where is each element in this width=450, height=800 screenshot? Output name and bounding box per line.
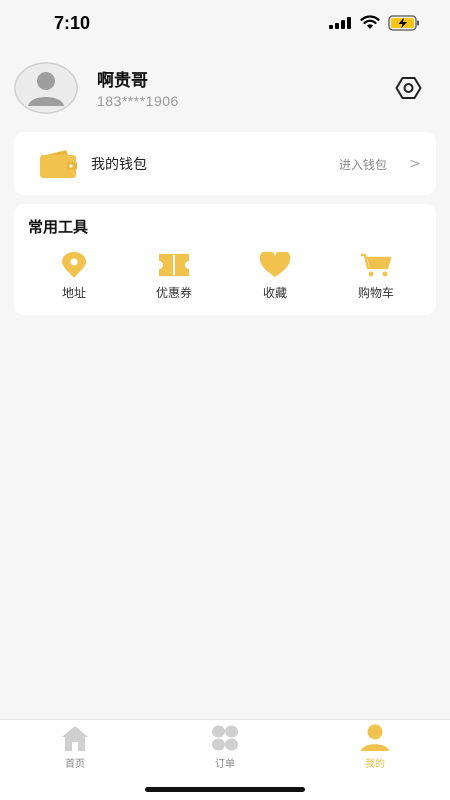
status-bar: 7:10 [0, 0, 450, 48]
settings-icon[interactable] [395, 76, 422, 100]
chevron-right-icon: > [409, 156, 421, 172]
wallet-icon [40, 150, 77, 178]
wifi-icon [360, 15, 380, 29]
battery-charging-icon [388, 15, 419, 31]
home-icon [62, 726, 88, 751]
tool-favorites[interactable]: 收藏 [225, 252, 325, 304]
cellular-signal-icon [329, 17, 351, 29]
heart-icon [259, 252, 291, 277]
tab-orders[interactable]: 订单 [150, 724, 300, 774]
wallet-title: 我的钱包 [91, 157, 147, 173]
tab-label: 我的 [365, 759, 385, 770]
tool-label: 购物车 [357, 286, 394, 300]
orders-icon [212, 725, 238, 751]
home-indicator [145, 787, 305, 792]
location-icon [62, 252, 86, 278]
tab-label: 首页 [65, 759, 85, 770]
tool-coupon[interactable]: 优惠券 [124, 252, 224, 304]
tools-card: 常用工具 地址 优惠券 收藏 购物车 [14, 204, 436, 315]
tab-home[interactable]: 首页 [0, 724, 150, 774]
tool-label: 收藏 [262, 286, 287, 300]
avatar[interactable] [14, 62, 78, 114]
tool-cart[interactable]: 购物车 [326, 252, 426, 304]
tool-label: 优惠券 [155, 286, 192, 300]
tab-label: 订单 [215, 759, 235, 770]
user-phone: 183****1906 [97, 93, 179, 109]
tool-address[interactable]: 地址 [24, 252, 124, 304]
status-time: 7:10 [54, 13, 91, 33]
wallet-card[interactable]: 我的钱包 进入钱包 > [14, 132, 436, 195]
tool-label: 地址 [61, 286, 86, 300]
cart-icon [361, 253, 392, 277]
profile-icon [361, 724, 389, 751]
coupon-icon [159, 254, 189, 276]
tools-title: 常用工具 [28, 218, 89, 236]
tab-profile[interactable]: 我的 [300, 724, 450, 774]
user-name: 啊贵哥 [97, 71, 148, 91]
enter-wallet-link[interactable]: 进入钱包 [339, 156, 387, 173]
